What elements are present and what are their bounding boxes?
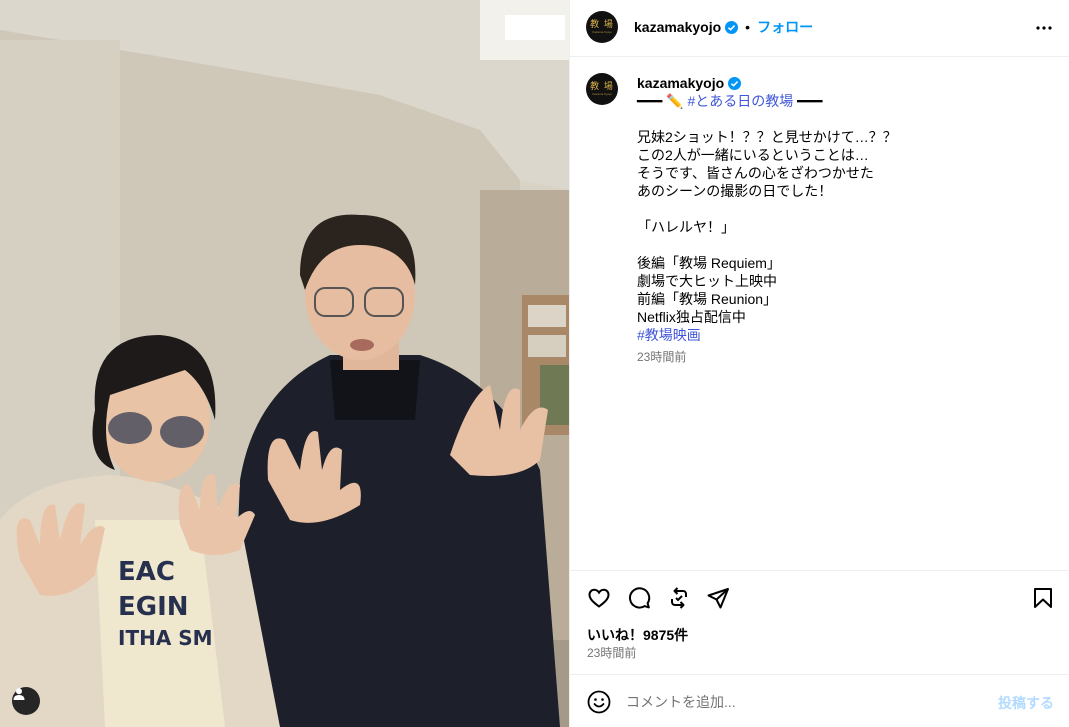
caption-line: 後編「教場 Requiem」 bbox=[637, 255, 781, 271]
avatar-logo-text: 教 場 bbox=[590, 20, 614, 30]
follow-button[interactable]: フォロー bbox=[757, 18, 813, 36]
repost-icon bbox=[671, 587, 687, 609]
post-details-panel: 教 場 Kazama Kyojo kazamakyojo • フォロー 教 場 … bbox=[569, 0, 1069, 727]
share-button[interactable] bbox=[705, 585, 731, 611]
svg-text:ITHA SM: ITHA SM bbox=[118, 626, 213, 650]
action-bar bbox=[570, 570, 1069, 624]
caption-avatar[interactable]: 教 場 Kazama Kyojo bbox=[586, 73, 618, 105]
caption-username-link[interactable]: kazamakyojo bbox=[637, 74, 724, 92]
avatar-logo-subtext: Kazama Kyojo bbox=[592, 30, 612, 34]
caption-line: 「ハレルヤ！」 bbox=[637, 219, 735, 235]
repost-button[interactable] bbox=[666, 585, 692, 611]
caption-line: あのシーンの撮影の日でした！ bbox=[637, 183, 833, 199]
comment-button[interactable] bbox=[626, 585, 652, 611]
avatar-logo-subtext: Kazama Kyojo bbox=[592, 92, 612, 96]
heart-icon bbox=[588, 588, 610, 608]
more-icon bbox=[1036, 26, 1052, 30]
caption-line: そうです、皆さんの心をざわつかせた bbox=[637, 165, 874, 181]
caption-line bbox=[637, 110, 1037, 128]
caption-rule-suffix: ━━━ bbox=[793, 93, 823, 109]
save-button[interactable] bbox=[1030, 585, 1056, 611]
caption-line: 兄妹2ショット！？？と見せかけて…？？ bbox=[637, 129, 897, 145]
verified-badge-icon bbox=[725, 20, 739, 34]
verified-badge-icon bbox=[728, 76, 742, 90]
post-timestamp[interactable]: 23時間前 bbox=[587, 645, 636, 661]
comment-input[interactable] bbox=[626, 691, 976, 713]
caption-line bbox=[637, 200, 1037, 218]
like-button[interactable] bbox=[586, 585, 612, 611]
share-icon bbox=[707, 588, 729, 609]
separator-dot: • bbox=[745, 19, 751, 35]
caption-line: この2人が一緒にいるということは… bbox=[637, 147, 869, 163]
post-comment-button[interactable]: 投稿する bbox=[998, 693, 1054, 713]
post-photo[interactable]: EAC EGIN ITHA SM bbox=[0, 0, 569, 727]
caption-timestamp[interactable]: 23時間前 bbox=[637, 348, 1037, 366]
caption-rule-prefix: ━━━ ✏️ bbox=[637, 93, 688, 109]
caption-section: 教 場 Kazama Kyojo kazamakyojo ━━━ ✏️ #とある… bbox=[570, 57, 1069, 570]
comment-icon bbox=[628, 587, 651, 609]
hashtag-link[interactable]: #教場映画 bbox=[637, 327, 701, 343]
svg-text:EGIN: EGIN bbox=[118, 592, 189, 622]
username-link[interactable]: kazamakyojo bbox=[634, 18, 721, 36]
comment-bar: 投稿する bbox=[570, 674, 1069, 727]
bookmark-icon bbox=[1034, 588, 1052, 608]
emoji-button[interactable] bbox=[586, 689, 612, 715]
caption-line bbox=[637, 236, 1037, 254]
user-tag-button[interactable] bbox=[12, 687, 40, 715]
avatar-logo-text: 教 場 bbox=[590, 82, 614, 92]
emoji-icon bbox=[587, 690, 611, 714]
photo-image: EAC EGIN ITHA SM bbox=[0, 0, 569, 727]
likes-count[interactable]: いいね！9875件 bbox=[587, 626, 688, 644]
caption-text: kazamakyojo ━━━ ✏️ #とある日の教場 ━━━ 兄妹2ショット！… bbox=[637, 74, 1037, 366]
more-options-button[interactable] bbox=[1032, 16, 1056, 40]
hashtag-link[interactable]: #とある日の教場 bbox=[688, 93, 794, 109]
caption-line: 劇場で大ヒット上映中 bbox=[637, 273, 777, 289]
caption-line: ━━━ ✏️ #とある日の教場 ━━━ bbox=[637, 92, 1037, 110]
caption-line: 前編「教場 Reunion」 bbox=[637, 291, 778, 307]
svg-text:EAC: EAC bbox=[118, 557, 175, 587]
avatar[interactable]: 教 場 Kazama Kyojo bbox=[586, 11, 618, 43]
post-header: 教 場 Kazama Kyojo kazamakyojo • フォロー bbox=[570, 0, 1069, 57]
caption-line: Netflix独占配信中 bbox=[637, 309, 746, 325]
person-icon bbox=[13, 688, 25, 700]
